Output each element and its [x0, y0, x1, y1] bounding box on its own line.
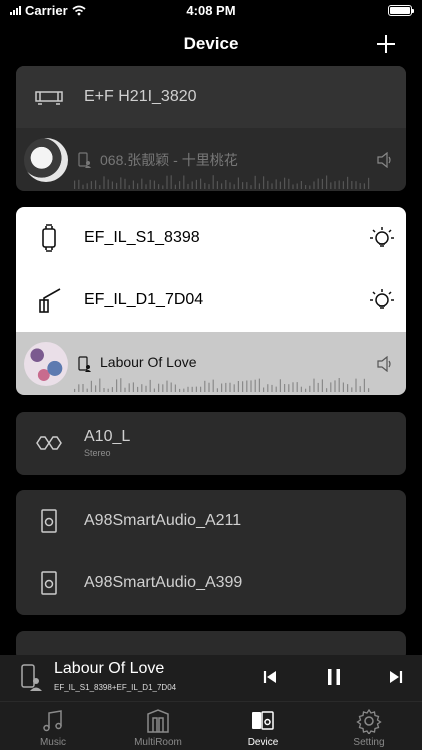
- multiroom-icon: [147, 709, 169, 733]
- clock: 4:08 PM: [186, 3, 236, 18]
- nav-bar: Device: [0, 24, 422, 64]
- gear-icon: [356, 708, 382, 734]
- device-group-1: E+F H21I_3820 068.张靓颖 - 十里桃花: [16, 66, 406, 191]
- phone-icon: [78, 356, 91, 372]
- speaker-icon[interactable]: [376, 356, 394, 372]
- device-subtitle: Stereo: [84, 448, 111, 458]
- device-row[interactable]: EF_IL_S1_8398: [16, 207, 406, 269]
- device-name: EF_IL_D1_7D04: [84, 291, 204, 308]
- mini-player-subtitle: EF_IL_S1_8398+EF_IL_D1_7D04: [54, 683, 177, 692]
- tab-bar: Music MultiRoom Device Setting: [0, 701, 422, 750]
- tab-label: Setting: [353, 737, 385, 748]
- album-art: [24, 342, 68, 386]
- now-playing-title: 068.张靓颖 - 十里桃花: [100, 152, 238, 168]
- audio-waveform: [74, 378, 370, 392]
- desk-lamp-icon: [34, 285, 64, 315]
- device-name: A10_L: [84, 428, 131, 445]
- light-bulb-icon[interactable]: [368, 286, 396, 314]
- now-playing-bar[interactable]: 068.张靓颖 - 十里桃花: [16, 128, 406, 191]
- stereo-pair-icon: [34, 428, 64, 458]
- tab-label: MultiRoom: [134, 737, 182, 748]
- tab-multiroom[interactable]: MultiRoom: [113, 708, 203, 748]
- tab-music[interactable]: Music: [8, 708, 98, 748]
- device-row[interactable]: A10_L Stereo: [16, 412, 406, 474]
- battery-level: [390, 7, 410, 14]
- device-group-2: EF_IL_S1_8398 EF_IL_D1_7D04 Labour Of Lo…: [16, 207, 406, 395]
- device-row[interactable]: A98SmartAudio_A399: [16, 552, 406, 614]
- phone-icon: [78, 152, 91, 168]
- tab-label: Device: [247, 737, 279, 748]
- next-icon[interactable]: [385, 666, 407, 688]
- device-name: E+F H21I_3820: [84, 88, 197, 105]
- light-bulb-icon[interactable]: [368, 224, 396, 252]
- device-group-3: A10_L Stereo: [16, 412, 406, 475]
- device-list: EF_IL_S1_8398 EF_IL_D1_7D04: [16, 207, 406, 332]
- phone-icon: [21, 664, 42, 691]
- status-bar: Carrier 4:08 PM: [0, 0, 422, 22]
- device-name: A98SmartAudio_A211: [84, 512, 242, 529]
- device-group-4: A98SmartAudio_A211 A98SmartAudio_A399: [16, 490, 406, 615]
- pause-icon[interactable]: [323, 666, 345, 688]
- device-row[interactable]: EF_IL_D1_7D04: [16, 269, 406, 331]
- now-playing-title: Labour Of Love: [100, 354, 197, 370]
- soundbar-icon: [34, 82, 64, 112]
- device-name: A98SmartAudio_A399: [84, 574, 243, 591]
- device-row[interactable]: A98SmartAudio_A211: [16, 490, 406, 552]
- now-playing-bar[interactable]: Labour Of Love: [16, 332, 406, 395]
- speaker-box-icon: [34, 568, 64, 598]
- mini-player-title: Labour Of Love: [54, 660, 165, 677]
- speaker-box-icon: [34, 506, 64, 536]
- album-art: [24, 138, 68, 182]
- device-row[interactable]: E+F H21I_3820: [16, 66, 406, 128]
- page-title: Device: [183, 34, 239, 53]
- speaker-icon[interactable]: [376, 152, 394, 168]
- music-note-icon: [43, 710, 62, 732]
- mini-player[interactable]: Labour Of Love EF_IL_S1_8398+EF_IL_D1_7D…: [0, 655, 422, 701]
- audio-waveform: [74, 175, 370, 189]
- tab-device[interactable]: Device: [218, 708, 308, 748]
- tab-setting[interactable]: Setting: [324, 708, 414, 748]
- previous-icon[interactable]: [259, 666, 281, 688]
- battery-icon: [388, 5, 414, 16]
- tab-label: Music: [39, 737, 67, 748]
- device-name: EF_IL_S1_8398: [84, 229, 200, 246]
- plus-icon[interactable]: [374, 32, 398, 56]
- table-lamp-icon: [34, 223, 64, 253]
- device-speaker-icon: [252, 711, 274, 730]
